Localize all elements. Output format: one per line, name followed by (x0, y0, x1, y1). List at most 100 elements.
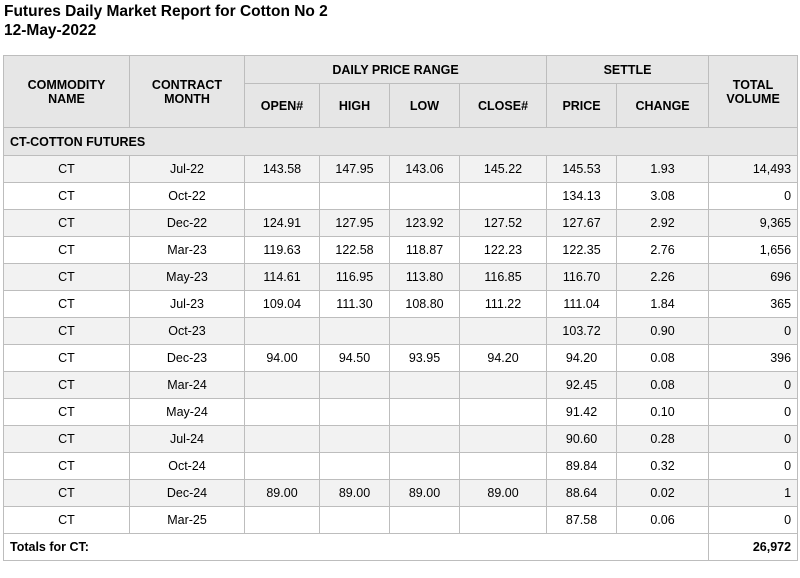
cell-contract-month: May-23 (129, 263, 245, 291)
cell-high (319, 425, 390, 453)
cell-high (319, 452, 390, 480)
cell-low (389, 182, 460, 210)
cell-commodity: CT (3, 479, 130, 507)
cell-low (389, 452, 460, 480)
totals-label: Totals for CT: (2, 533, 710, 561)
cell-commodity: CT (3, 236, 130, 264)
cell-contract-month: Jul-24 (129, 425, 245, 453)
cell-close (458, 506, 548, 534)
cell-change: 2.26 (616, 263, 710, 291)
cell-change: 0.06 (616, 506, 710, 534)
cell-open (244, 317, 320, 345)
cell-contract-month: Dec-22 (129, 209, 245, 237)
table-row: CT May-24 91.42 0.10 0 (3, 398, 799, 426)
cell-change: 0.02 (616, 479, 710, 507)
table-row: CT Oct-23 103.72 0.90 0 (3, 317, 799, 345)
cell-contract-month: Oct-23 (129, 317, 245, 345)
cell-price: 88.64 (546, 479, 618, 507)
cell-low: 93.95 (389, 344, 460, 372)
cell-high: 127.95 (319, 209, 390, 237)
market-report-table: COMMODITY NAME CONTRACT MONTH DAILY PRIC… (2, 55, 799, 561)
cell-volume: 0 (708, 398, 799, 426)
cell-price: 91.42 (546, 398, 618, 426)
cell-high: 111.30 (319, 290, 390, 318)
table-row: CT Oct-22 134.13 3.08 0 (3, 182, 799, 210)
cell-volume: 396 (708, 344, 799, 372)
cell-open (244, 506, 320, 534)
cell-commodity: CT (3, 425, 130, 453)
cell-volume: 696 (708, 263, 799, 291)
cell-contract-month: Dec-23 (129, 344, 245, 372)
cell-high: 116.95 (319, 263, 390, 291)
cell-commodity: CT (3, 371, 130, 399)
table-row: CT May-23 114.61 116.95 113.80 116.85 116.70 2.… (3, 263, 799, 291)
cell-open: 119.63 (244, 236, 320, 264)
table-row: CT Dec-22 124.91 127.95 123.92 127.52 127.67 2.… (3, 209, 799, 237)
report-date: 12-May-2022 (4, 22, 97, 39)
cell-contract-month: May-24 (129, 398, 245, 426)
cell-price: 122.35 (546, 236, 618, 264)
table-row: CT Dec-24 89.00 89.00 89.00 89.00 88.64 0.02 1 (3, 479, 799, 507)
cell-low (389, 506, 460, 534)
table-header: COMMODITY NAME CONTRACT MONTH DAILY PRIC… (3, 55, 799, 128)
cell-price: 103.72 (546, 317, 618, 345)
cell-close: 89.00 (458, 479, 548, 507)
table-row: CT Jul-22 143.58 147.95 143.06 145.22 145.53 1.… (3, 155, 799, 183)
totals-volume: 26,972 (708, 533, 799, 561)
table-body: CT Jul-22 143.58 147.95 143.06 145.22 145.53 1.… (3, 155, 799, 534)
cell-high (319, 182, 390, 210)
cell-volume: 1 (708, 479, 799, 507)
cell-volume: 14,493 (708, 155, 799, 183)
cell-change: 0.28 (616, 425, 710, 453)
cell-open (244, 452, 320, 480)
cell-low: 108.80 (389, 290, 460, 318)
cell-contract-month: Jul-22 (129, 155, 245, 183)
cell-change: 2.92 (616, 209, 710, 237)
col-total-volume: TOTAL VOLUME (708, 55, 799, 128)
col-commodity-name: COMMODITY NAME (3, 55, 130, 128)
cell-low: 89.00 (389, 479, 460, 507)
col-contract-month: CONTRACT MONTH (129, 55, 245, 128)
cell-volume: 1,656 (708, 236, 799, 264)
cell-change: 1.93 (616, 155, 710, 183)
cell-open (244, 182, 320, 210)
table-row: CT Jul-24 90.60 0.28 0 (3, 425, 799, 453)
cell-contract-month: Mar-25 (129, 506, 245, 534)
cell-volume: 0 (708, 371, 799, 399)
cell-commodity: CT (3, 155, 130, 183)
cell-price: 90.60 (546, 425, 618, 453)
cell-close: 111.22 (458, 290, 548, 318)
cell-change: 0.32 (616, 452, 710, 480)
cell-high: 89.00 (319, 479, 390, 507)
cell-commodity: CT (3, 290, 130, 318)
cell-close (458, 317, 548, 345)
cell-low (389, 371, 460, 399)
cell-change: 2.76 (616, 236, 710, 264)
cell-open: 109.04 (244, 290, 320, 318)
cell-high: 94.50 (319, 344, 390, 372)
table-row: CT Mar-25 87.58 0.06 0 (3, 506, 799, 534)
cell-volume: 0 (708, 506, 799, 534)
cell-price: 145.53 (546, 155, 618, 183)
cell-commodity: CT (3, 209, 130, 237)
cell-close: 122.23 (458, 236, 548, 264)
cell-volume: 0 (708, 425, 799, 453)
table-row: CT Jul-23 109.04 111.30 108.80 111.22 111.04 1.… (3, 290, 799, 318)
cell-commodity: CT (3, 452, 130, 480)
cell-contract-month: Oct-24 (129, 452, 245, 480)
col-close: CLOSE# (458, 83, 548, 128)
cell-open (244, 371, 320, 399)
col-change: CHANGE (616, 83, 710, 128)
cell-open: 94.00 (244, 344, 320, 372)
cell-commodity: CT (3, 182, 130, 210)
cell-low (389, 317, 460, 345)
cell-commodity: CT (3, 344, 130, 372)
cell-price: 92.45 (546, 371, 618, 399)
cell-change: 0.08 (616, 371, 710, 399)
cell-change: 0.90 (616, 317, 710, 345)
cell-change: 0.10 (616, 398, 710, 426)
cell-close (458, 182, 548, 210)
cell-high (319, 371, 390, 399)
cell-close: 127.52 (458, 209, 548, 237)
cell-contract-month: Mar-24 (129, 371, 245, 399)
